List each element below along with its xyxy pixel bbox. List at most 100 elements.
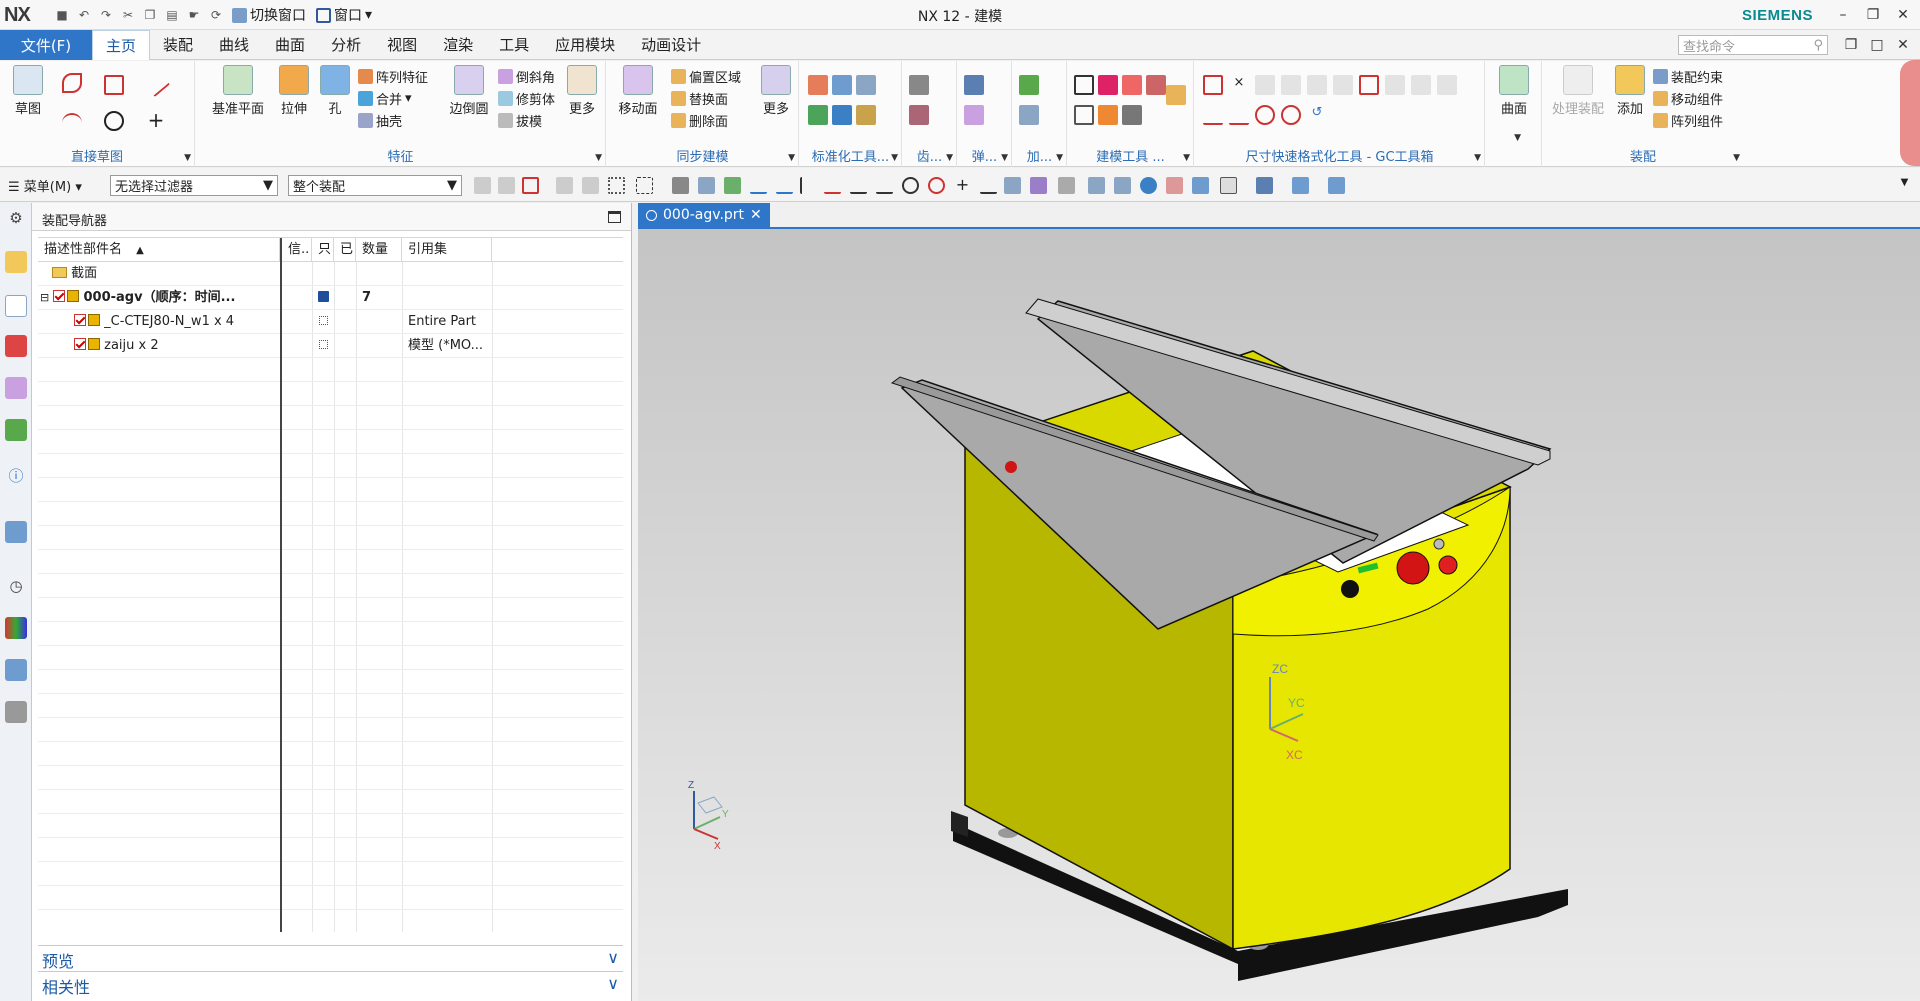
chevron-down-icon[interactable]: ▼ <box>891 153 898 163</box>
snap-icon[interactable] <box>1256 177 1273 194</box>
dimension-icon[interactable] <box>1229 105 1249 125</box>
chevron-down-icon[interactable]: ▼ <box>1183 153 1190 163</box>
document-icon[interactable] <box>5 521 27 543</box>
chevron-down-icon[interactable]: ▼ <box>1474 153 1481 163</box>
main-menu-button[interactable]: ☰ 菜单(M) ▾ <box>8 176 82 195</box>
tab-surface[interactable]: 曲面 <box>262 30 318 60</box>
tab-applications[interactable]: 应用模块 <box>542 30 628 60</box>
triangle-icon[interactable] <box>1074 75 1094 95</box>
cut-icon[interactable]: ✂ <box>118 5 138 25</box>
dimension-icon[interactable] <box>1281 75 1301 95</box>
chamfer-button[interactable]: 倒斜角 <box>498 67 555 86</box>
datum-plane-button[interactable]: 基准平面 <box>208 65 268 117</box>
snap-icon[interactable] <box>824 177 841 194</box>
snap-icon[interactable] <box>522 177 539 194</box>
pattern-component-button[interactable]: 阵列组件 <box>1653 111 1723 130</box>
collapse-icon[interactable]: ⊟ <box>40 291 49 304</box>
snap-icon[interactable] <box>1292 177 1309 194</box>
snap-icon[interactable] <box>1030 177 1047 194</box>
chevron-down-icon[interactable]: ▼ <box>184 153 191 163</box>
switch-window-button[interactable]: 切换窗口 <box>232 5 306 25</box>
snap-icon[interactable] <box>776 177 793 194</box>
tool-icon[interactable] <box>1098 105 1118 125</box>
repeat-command-icon[interactable]: ⟳ <box>206 5 226 25</box>
snap-icon[interactable] <box>698 177 715 194</box>
rectangle-icon[interactable] <box>104 75 124 95</box>
edge-blend-button[interactable]: 边倒圆 <box>444 65 494 117</box>
gear-icon[interactable] <box>909 75 929 95</box>
sync-more-button[interactable]: 更多 <box>759 65 793 117</box>
snap-icon[interactable] <box>750 177 767 194</box>
web-browser-icon[interactable] <box>5 419 27 441</box>
ribbon-close-icon[interactable]: ✕ <box>1888 33 1918 57</box>
column-header-readonly[interactable]: 只 <box>312 238 334 262</box>
gear-icon[interactable]: ⚙ <box>5 207 27 229</box>
snap-icon[interactable] <box>1058 177 1075 194</box>
pattern-feature-button[interactable]: 阵列特征 <box>358 67 428 86</box>
snap-icon[interactable] <box>474 177 491 194</box>
snap-icon[interactable] <box>1004 177 1021 194</box>
table-row-component[interactable]: _C-CTEJ80-N_w1 x 4 Entire Part <box>38 310 623 334</box>
move-component-button[interactable]: 移动组件 <box>1653 89 1723 108</box>
column-header-name[interactable]: 描述性部件名 ▲ <box>38 238 280 262</box>
chevron-down-icon[interactable]: ▼ <box>788 153 795 163</box>
snap-icon[interactable] <box>1166 177 1183 194</box>
table-row-section[interactable]: 截面 <box>38 262 623 286</box>
spring-icon[interactable] <box>964 105 984 125</box>
minimize-button[interactable]: – <box>1828 3 1858 27</box>
circle-icon[interactable] <box>104 111 124 131</box>
tool-icon[interactable] <box>1122 75 1142 95</box>
shell-button[interactable]: 抽壳 <box>358 111 402 130</box>
snap-icon[interactable] <box>928 177 945 194</box>
selection-scope-dropdown[interactable]: 整个装配 ▼ <box>288 175 462 196</box>
snap-icon[interactable] <box>902 177 919 194</box>
unite-button[interactable]: 合并 ▾ <box>358 89 412 108</box>
snap-icon[interactable] <box>876 177 893 194</box>
extrude-button[interactable]: 拉伸 <box>274 65 314 117</box>
tab-assembly[interactable]: 装配 <box>150 30 206 60</box>
dimension-icon[interactable] <box>1281 105 1301 125</box>
dimension-icon[interactable] <box>1307 75 1327 95</box>
table-row-root[interactable]: ⊟ 000-agv（顺序：时间... 7 <box>38 286 623 310</box>
dimension-icon[interactable] <box>1437 75 1457 95</box>
tool-icon[interactable] <box>832 75 852 95</box>
snap-icon[interactable] <box>1328 177 1345 194</box>
dimension-icon[interactable] <box>1203 75 1223 95</box>
dimension-icon[interactable] <box>1255 75 1275 95</box>
close-tab-icon[interactable]: ✕ <box>750 207 762 223</box>
assistant-tab[interactable] <box>1900 60 1920 166</box>
chevron-down-icon[interactable]: ▼ <box>1056 153 1063 163</box>
table-row-component[interactable]: zaiju x 2 模型 (*MO... <box>38 334 623 358</box>
tool-icon[interactable] <box>832 105 852 125</box>
offset-region-button[interactable]: 偏置区域 <box>671 67 741 86</box>
constraint-navigator-icon[interactable] <box>5 335 27 357</box>
snap-icon[interactable] <box>636 177 653 194</box>
feature-more-button[interactable]: 更多 <box>566 65 598 117</box>
dimension-icon[interactable]: ↺ <box>1307 105 1327 125</box>
maximize-icon[interactable] <box>608 211 621 223</box>
assembly-constraint-button[interactable]: 装配约束 <box>1653 67 1723 86</box>
undo-icon[interactable]: ↶ <box>74 5 94 25</box>
close-button[interactable]: ✕ <box>1888 3 1918 27</box>
hole-button[interactable]: 孔 <box>318 65 352 117</box>
tool-icon[interactable] <box>808 75 828 95</box>
palette-icon[interactable] <box>5 617 27 639</box>
part-navigator-icon[interactable] <box>5 251 27 273</box>
part-file-tab[interactable]: 000-agv.prt ✕ <box>638 203 770 227</box>
draft-button[interactable]: 拔模 <box>498 111 542 130</box>
tool-icon[interactable] <box>856 75 876 95</box>
column-header-quantity[interactable]: 数量 <box>356 238 402 262</box>
dimension-icon[interactable] <box>1333 75 1353 95</box>
tree-splitter[interactable] <box>280 238 282 932</box>
machining-icon[interactable] <box>1019 75 1039 95</box>
spring-icon[interactable] <box>964 75 984 95</box>
dimension-icon[interactable] <box>1203 105 1223 125</box>
checkbox-icon[interactable] <box>53 290 66 302</box>
snap-icon[interactable] <box>608 177 625 194</box>
sketch-button[interactable]: 草图 <box>6 65 50 117</box>
snap-icon[interactable] <box>498 177 515 194</box>
replace-face-button[interactable]: 替换面 <box>671 89 728 108</box>
chevron-down-icon[interactable]: ▼ <box>1001 153 1008 163</box>
chevron-down-icon[interactable]: ▼ <box>1514 133 1521 143</box>
snap-icon[interactable]: + <box>954 177 971 194</box>
